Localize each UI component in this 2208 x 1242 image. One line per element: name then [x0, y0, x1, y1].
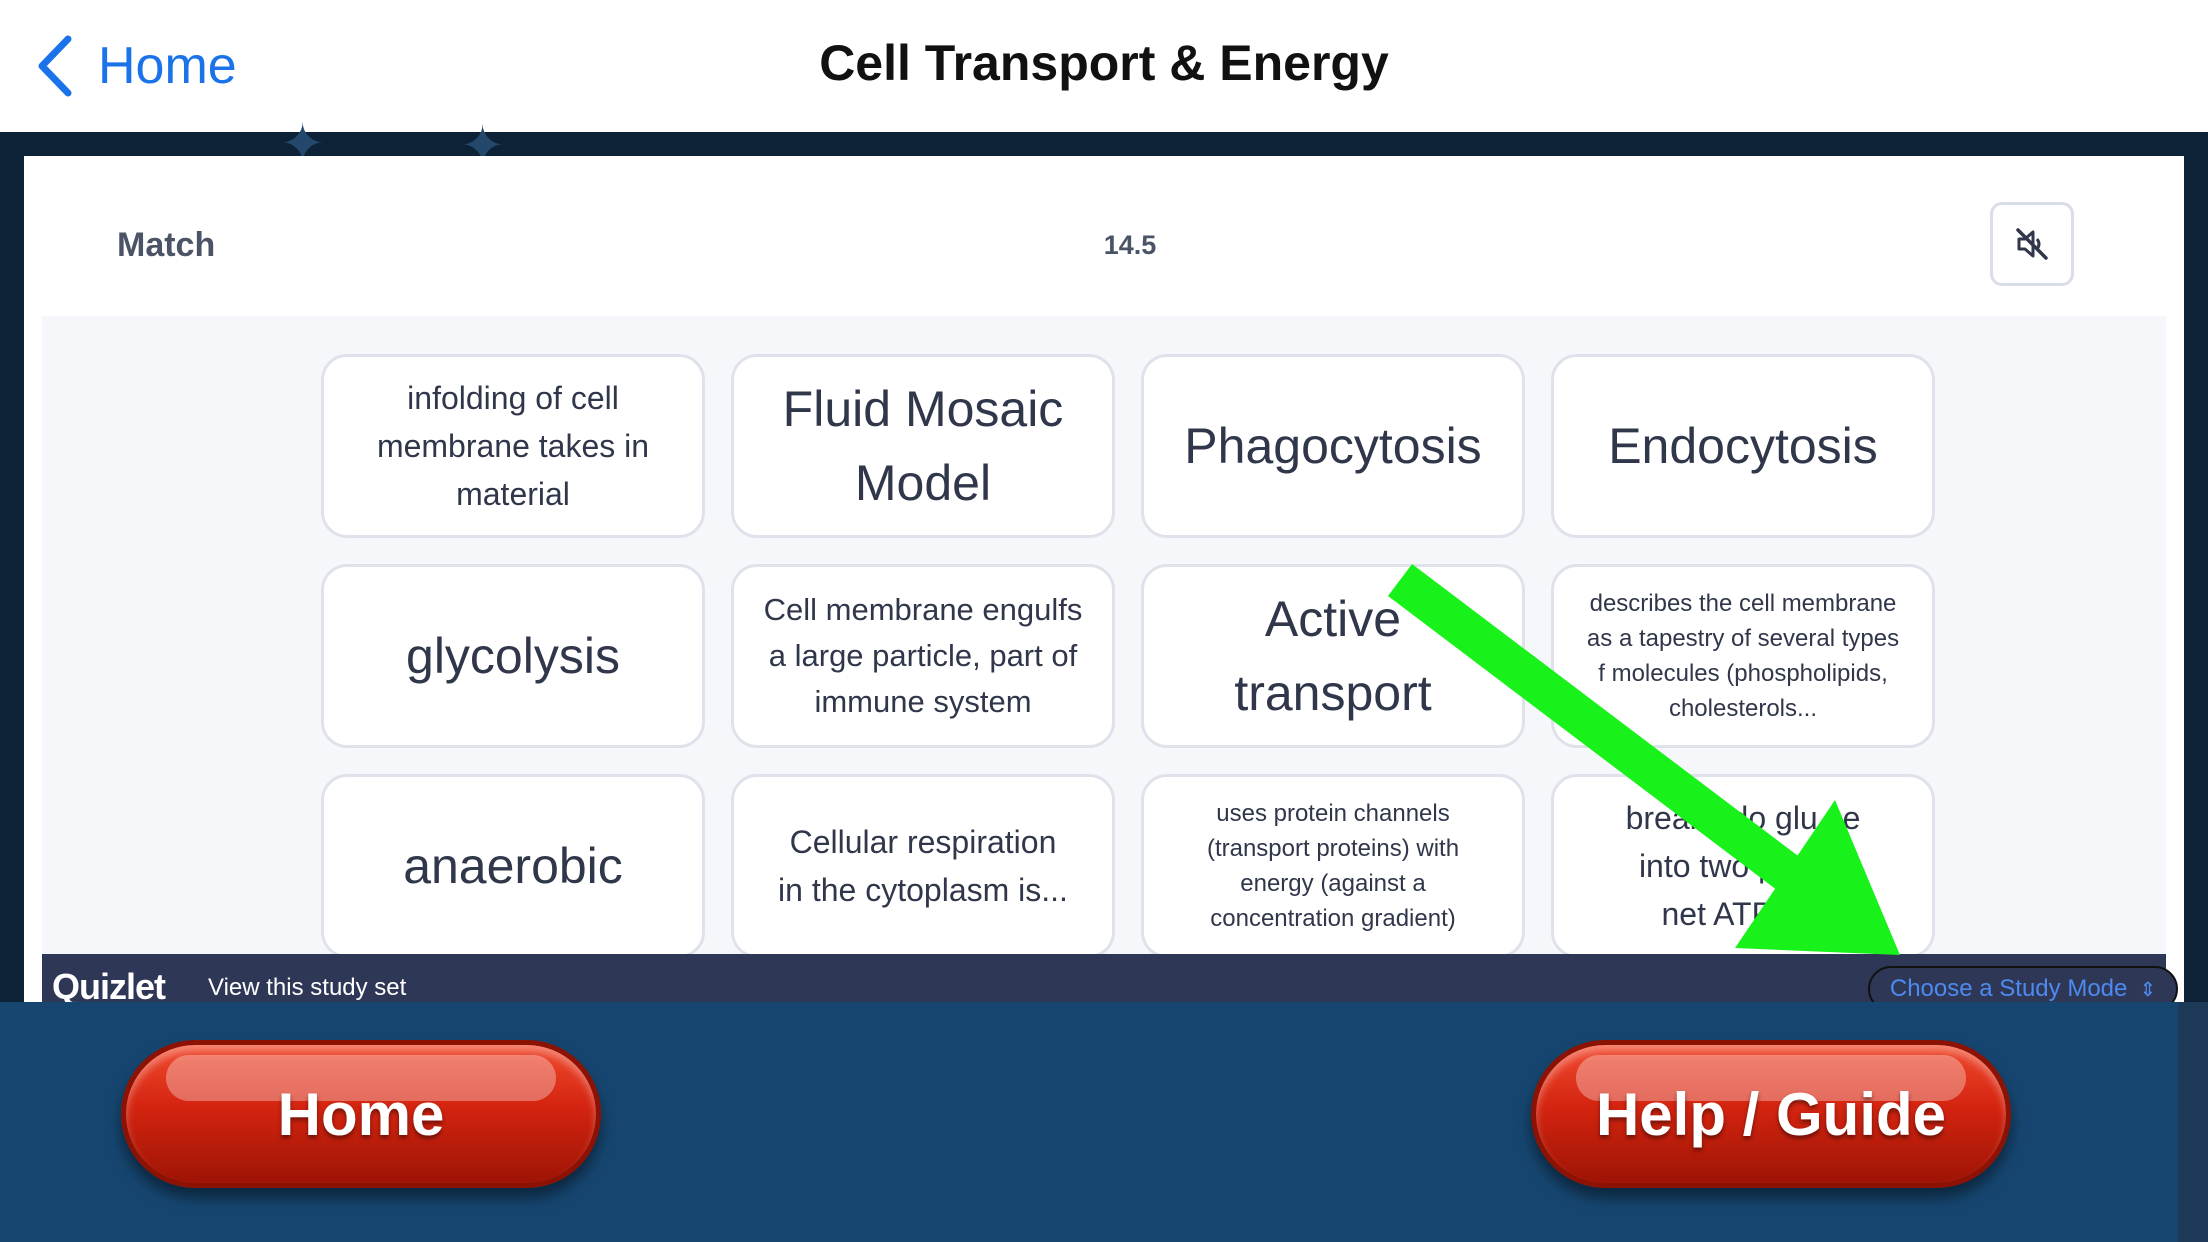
match-card[interactable]: Fluid Mosaic Model	[731, 354, 1115, 538]
study-mode-dropdown[interactable]: Choose a Study Mode ⇕	[1868, 966, 2178, 1002]
match-card[interactable]: anaerobic	[321, 774, 705, 956]
match-title: Match	[117, 226, 216, 264]
match-timer: 14.5	[1103, 230, 1157, 260]
match-card[interactable]: Active transport	[1141, 564, 1525, 748]
match-header: Match 14.5	[24, 156, 2184, 316]
up-down-chevron-icon: ⇕	[2139, 978, 2157, 1001]
toolbar-edge	[2178, 1002, 2208, 1242]
match-card[interactable]: glycolysis	[321, 564, 705, 748]
mute-button[interactable]	[1990, 202, 2074, 286]
navigation-bar: Home Cell Transport & Energy	[0, 0, 2208, 133]
page-title: Cell Transport & Energy	[819, 35, 1389, 91]
speaker-muted-icon	[2016, 228, 2048, 260]
help-guide-button-label: Help / Guide	[1595, 1080, 1947, 1148]
home-button-label: Home	[277, 1080, 445, 1148]
study-mode-label: Choose a Study Mode	[1889, 975, 2128, 1002]
match-card[interactable]: breaks do glu se into two pyru 2 net ATP…	[1551, 774, 1935, 956]
quizlet-footer-bar: Quizlet View this study set Choose a Stu…	[42, 954, 2178, 1002]
match-card[interactable]: Endocytosis	[1551, 354, 1935, 538]
quizlet-webview: Match 14.5 infolding of cell membrane ta…	[24, 156, 2184, 1002]
help-guide-button[interactable]: Help / Guide	[1531, 1040, 2011, 1188]
match-board: infolding of cell membrane takes in mate…	[42, 316, 2166, 956]
match-card[interactable]: uses protein channels (transport protein…	[1141, 774, 1525, 956]
home-button[interactable]: Home	[121, 1040, 601, 1188]
match-card[interactable]: Cellular respiration in the cytoplasm is…	[731, 774, 1115, 956]
view-study-set-link[interactable]: View this study set	[208, 974, 406, 1002]
match-card[interactable]: Phagocytosis	[1141, 354, 1525, 538]
bottom-toolbar: Home Help / Guide	[0, 1002, 2208, 1242]
match-card[interactable]: Cell membrane engulfs a large particle, …	[731, 564, 1115, 748]
quizlet-logo[interactable]: Quizlet	[52, 966, 166, 1002]
match-card[interactable]: describes the cell membrane as a tapestr…	[1551, 564, 1935, 748]
match-card[interactable]: infolding of cell membrane takes in mate…	[321, 354, 705, 538]
